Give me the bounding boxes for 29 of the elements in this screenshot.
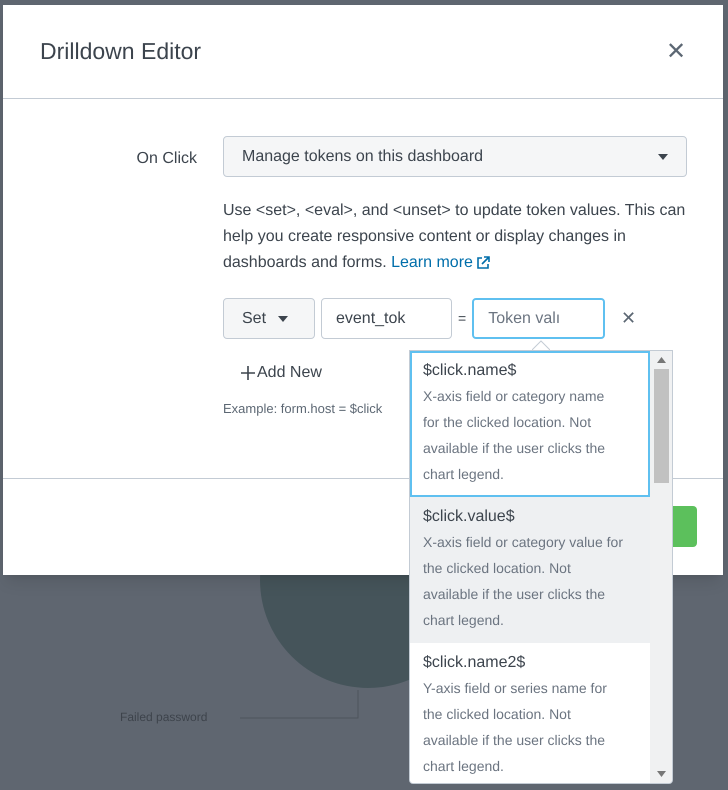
token-name: $click.name$ [423, 361, 518, 381]
equals-sign: = [458, 309, 466, 328]
caret-icon [658, 154, 668, 160]
scroll-up-icon [656, 357, 666, 363]
add-new-button[interactable]: Add New [241, 361, 322, 385]
token-description: Y-axis field or series name for the clicked location. Not available if the user clicks the chart legend. [423, 679, 608, 776]
close-button[interactable]: ✕ [666, 40, 686, 64]
token-name: $click.value$ [423, 507, 516, 527]
suggestion-item[interactable]: $click.value$ X-axis field or category value for the clicked location. Not available if the user clicks the chart legend. [410, 497, 650, 643]
external-link-icon [476, 256, 490, 270]
suggestion-item[interactable]: $click.name2$ Y-axis field or series name for the clicked location. Not available if the user clicks the chart legend. [410, 643, 650, 783]
scroll-down-icon [656, 771, 666, 777]
example-text: Example: form.host = $click [223, 400, 384, 418]
dialog-title: Drilldown Editor [40, 37, 202, 66]
token-description: X-axis field or category name for the clicked location. Not available if the user clicks the chart legend. [423, 387, 606, 484]
remove-button[interactable]: ✕ [621, 305, 636, 332]
scrollbar-thumb[interactable] [654, 369, 668, 483]
learn-more-link[interactable]: Learn more [391, 250, 490, 276]
field-label: On Click [136, 150, 197, 167]
token-description: X-axis field or category value for the clicked location. Not available if the user clicks the chart legend. [423, 533, 624, 630]
token-name: $click.name2$ [423, 653, 526, 673]
caret-icon [278, 316, 288, 322]
action-dropdown[interactable]: Set [223, 298, 315, 339]
token-name-field[interactable]: event_tok [321, 298, 452, 339]
plus-icon [241, 366, 255, 380]
help-text: Use <set>, <eval>, and <unset> to update token values. This can help you create responsive content or display changes in dashboards and forms. Learn more [223, 198, 687, 276]
suggestion-item[interactable]: $click.name$ X-axis field or category name for the clicked location. Not available if the user clicks the chart legend. [410, 351, 650, 497]
on-click-dropdown[interactable]: Manage tokens on this dashboard [223, 136, 687, 177]
token-value-field[interactable]: Token valı [472, 298, 606, 339]
